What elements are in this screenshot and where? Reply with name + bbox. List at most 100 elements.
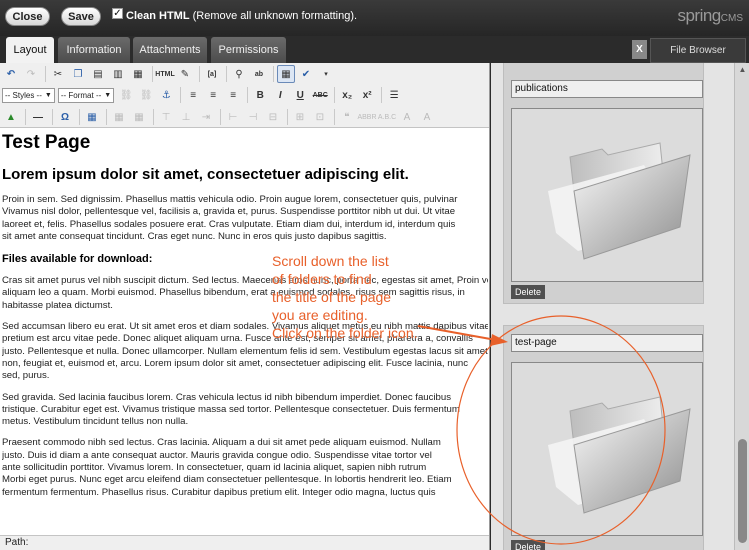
text-line: Proin in sem. Sed dignissim. Phasellus m… [2,194,458,205]
text-line: non, feugiat et, euismod et, arcu. Lorem… [2,357,469,369]
show-blocks-icon[interactable]: ▦ [277,65,295,83]
top-bar: Close Save ✓ Clean HTML (Remove all unkn… [0,0,749,36]
cleanup-brush-icon[interactable]: ✎ [176,65,194,83]
toolbar-row-3: ▲ — Ω ▦ ▦ ▦ ⊤ ⊥ ⇥ ⊢ ⊣ ⊟ ⊞ ⊡ ❝ ABBR A.B.C… [2,107,438,127]
delete-button[interactable]: Delete [511,540,546,550]
brand-logo: springCMS [677,6,743,26]
delete-col-icon[interactable]: ⊟ [264,108,282,126]
save-button[interactable]: Save [61,7,101,26]
file-browser-close-button[interactable]: X [632,40,647,59]
insert-image-icon[interactable]: ▲ [2,108,20,126]
annotation-line: you are editing. [272,307,368,323]
replace-icon[interactable]: ab [250,65,268,83]
toolbar-separator [180,87,182,103]
folder-icon[interactable] [511,362,703,536]
annotation-line: Click on the folder icon. [272,325,418,341]
cut-icon[interactable]: ✂ [49,65,67,83]
tab-information[interactable]: Information [58,37,130,63]
merge-cells-icon[interactable]: ⊡ [311,108,329,126]
scroll-up-icon[interactable]: ▲ [735,63,749,77]
paragraph-4: Sed gravida. Sed lacinia faucibus lorem.… [2,392,488,429]
row-after-icon[interactable]: ⊥ [177,108,195,126]
split-cells-icon[interactable]: ⊞ [291,108,309,126]
tab-permissions[interactable]: Permissions [211,37,286,63]
toolbar-separator [273,66,274,82]
styles-select-value: -- Styles -- [5,90,42,100]
annotation-callout: Scroll down the list of folders to find … [272,252,418,342]
toolbar-separator [79,109,80,125]
folder-graphic [548,142,691,260]
align-right-icon[interactable]: ≡ [224,86,242,104]
special-character-icon[interactable]: Ω [56,108,74,126]
chevron-down-icon: ▼ [44,91,52,99]
spellcheck-icon[interactable]: ✔ [297,65,315,83]
clean-html-checkbox[interactable]: ✓ [112,8,123,19]
unlink-icon[interactable]: ⛓ [137,86,155,104]
brand-main: spring [677,6,721,25]
toolbar-separator [220,109,221,125]
delete-row-icon[interactable]: ⇥ [197,108,215,126]
text-color-icon[interactable]: A [398,108,416,126]
acronym-icon[interactable]: A.B.C [378,108,396,126]
annotation-line: Scroll down the list [272,253,389,269]
folder-name-field[interactable]: publications [511,80,703,98]
chevron-down-icon: ▼ [104,91,112,99]
bullet-list-icon[interactable]: ☰ [385,86,403,104]
redo-icon[interactable]: ↷ [22,65,40,83]
col-after-icon[interactable]: ⊣ [244,108,262,126]
text-line: laoreet et, felis. Phasellus sodales pos… [2,218,456,230]
find-icon[interactable]: ⚲ [230,65,248,83]
anchor-icon[interactable]: ⚓ [157,86,175,104]
align-center-icon[interactable]: ≡ [204,86,222,104]
bold-icon[interactable]: B [251,86,269,104]
text-line: Praesent commodo nibh sed lectus. Cras l… [2,437,441,449]
undo-icon[interactable]: ↶ [2,65,20,83]
select-all-icon[interactable]: [a] [203,65,221,83]
format-select[interactable]: -- Format -- ▼ [57,87,115,103]
underline-icon[interactable]: U [291,86,309,104]
paste-icon[interactable]: ▤ [89,65,107,83]
cell-props-icon[interactable]: ▦ [130,108,148,126]
insert-table-icon[interactable]: ▦ [83,108,101,126]
align-left-icon[interactable]: ≡ [184,86,202,104]
blockquote-icon[interactable]: ❝ [338,108,356,126]
toolbar-separator [153,109,154,125]
close-button[interactable]: Close [5,7,50,26]
strikethrough-icon[interactable]: ABC [311,86,329,104]
paste-text-icon[interactable]: ▥ [109,65,127,83]
file-browser-scrollbar[interactable]: ▲ [734,63,749,550]
italic-icon[interactable]: I [271,86,289,104]
tab-layout[interactable]: Layout [6,37,54,63]
text-line: Morbi eget purus. Nunc eget arcu eleifen… [2,474,452,486]
horizontal-rule-icon[interactable]: — [29,108,47,126]
clean-html-note: (Remove all unknown formatting). [192,10,358,22]
text-line: Sed gravida. Sed lacinia faucibus lorem.… [2,391,452,403]
text-line: tristique. Curabitur eget est. Vivamus t… [2,403,460,415]
scrollbar-thumb[interactable] [738,439,747,543]
tab-attachments[interactable]: Attachments [133,37,207,63]
toolbar-separator [381,87,383,103]
row-before-icon[interactable]: ⊤ [157,108,175,126]
delete-button[interactable]: Delete [511,285,546,299]
table-props-icon[interactable]: ▦ [110,108,128,126]
paste-word-icon[interactable]: ▦ [129,65,147,83]
format-select-value: -- Format -- [60,90,102,100]
spellcheck-dropdown-icon[interactable]: ▾ [317,65,335,83]
link-icon[interactable]: ⛓ [117,86,135,104]
html-source-icon[interactable]: HTML [155,65,174,83]
toolbar-separator [25,109,26,125]
background-color-icon[interactable]: A [418,108,436,126]
copy-icon[interactable]: ❐ [69,65,87,83]
folder-card-publications: publications Delete [503,63,704,304]
subscript-icon[interactable]: x₂ [338,86,356,104]
folder-icon[interactable] [511,108,703,282]
styles-select[interactable]: -- Styles -- ▼ [2,87,55,103]
superscript-icon[interactable]: x² [358,86,376,104]
folder-name-field[interactable]: test-page [511,334,703,352]
paragraph-5: Praesent commodo nibh sed lectus. Cras l… [2,437,488,498]
col-before-icon[interactable]: ⊢ [224,108,242,126]
abbr-icon[interactable]: ABBR [357,108,376,126]
annotation-line: of folders to find [272,271,372,287]
tab-file-browser[interactable]: File Browser [650,38,746,63]
toolbar-separator [45,66,46,82]
